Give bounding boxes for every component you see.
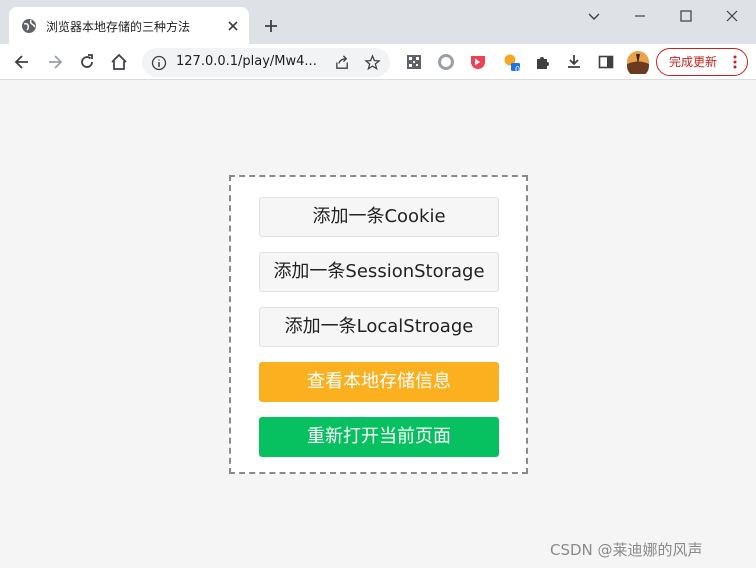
star-icon[interactable] <box>364 54 381 71</box>
active-tab[interactable]: 浏览器本地存储的三种方法 <box>9 7 249 44</box>
side-panel-icon[interactable] <box>596 52 616 72</box>
plus-icon[interactable] <box>262 17 280 35</box>
tab-strip: 浏览器本地存储的三种方法 <box>0 0 756 44</box>
info-icon[interactable] <box>151 55 167 71</box>
avatar[interactable] <box>626 50 650 74</box>
close-icon[interactable] <box>225 18 241 34</box>
home-icon[interactable] <box>109 52 129 72</box>
forward-icon[interactable] <box>45 52 65 72</box>
add-cookie-button[interactable]: 添加一条Cookie <box>259 197 499 237</box>
add-local-storage-button[interactable]: 添加一条LocalStroage <box>259 307 499 347</box>
chevron-down-icon[interactable] <box>584 6 604 26</box>
toolbar: 127.0.0.1/play/Mw4... 0 完成更新 <box>0 44 756 80</box>
circle-extension-icon[interactable] <box>436 52 456 72</box>
address-bar[interactable]: 127.0.0.1/play/Mw4... <box>142 48 390 77</box>
browser-window: 浏览器本地存储的三种方法 127.0.0.1/play/Mw4... 0 完成更… <box>0 0 756 568</box>
add-session-storage-button[interactable]: 添加一条SessionStorage <box>259 252 499 292</box>
pocket-icon[interactable] <box>468 52 488 72</box>
page-content: 添加一条Cookie 添加一条SessionStorage 添加一条LocalS… <box>0 81 756 568</box>
minimize-icon[interactable] <box>630 6 650 26</box>
close-window-icon[interactable] <box>722 6 742 26</box>
extension-badge-count: 0 <box>514 65 521 74</box>
more-menu-icon[interactable] <box>727 54 743 70</box>
qr-code-icon[interactable] <box>404 52 424 72</box>
reopen-page-button[interactable]: 重新打开当前页面 <box>259 417 499 457</box>
puzzle-icon[interactable] <box>533 52 553 72</box>
globe-icon <box>22 19 36 33</box>
watermark: CSDN @莱迪娜的风声 <box>550 541 703 559</box>
back-icon[interactable] <box>12 52 32 72</box>
share-icon[interactable] <box>334 54 351 71</box>
download-icon[interactable] <box>564 52 584 72</box>
address-url[interactable]: 127.0.0.1/play/Mw4... <box>176 54 317 69</box>
button-panel: 添加一条Cookie 添加一条SessionStorage 添加一条LocalS… <box>229 175 528 474</box>
maximize-icon[interactable] <box>676 6 696 26</box>
view-local-storage-button[interactable]: 查看本地存储信息 <box>259 362 499 402</box>
tab-title: 浏览器本地存储的三种方法 <box>46 20 191 34</box>
reload-icon[interactable] <box>77 52 97 72</box>
